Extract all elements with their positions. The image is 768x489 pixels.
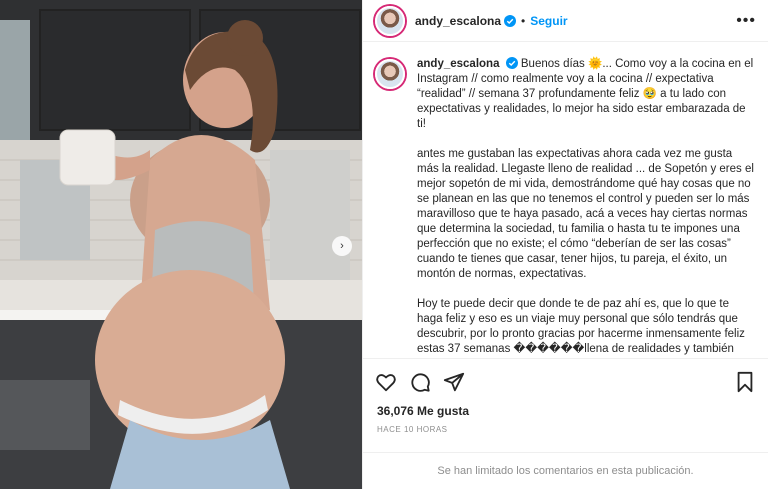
- separator-dot: •: [521, 13, 526, 28]
- verified-badge-icon: [505, 57, 518, 69]
- instagram-post: › andy_escalona • Seguir ••• andy_escalo…: [0, 0, 768, 489]
- comments-area[interactable]: andy_escalona Buenos días 🌞... Como voy …: [363, 43, 768, 358]
- caption-paragraph-2: antes me gustaban las expectativas ahora…: [417, 148, 754, 280]
- avatar[interactable]: [375, 5, 405, 36]
- caption-avatar[interactable]: [375, 59, 405, 89]
- comments-limited-notice: Se han limitado los comentarios en esta …: [363, 452, 768, 489]
- caption-paragraph-3: Hoy te puede decir que donde te de paz a…: [417, 298, 745, 355]
- action-bar: [363, 358, 768, 404]
- verified-badge-icon: [504, 14, 517, 27]
- post-side-panel: andy_escalona • Seguir ••• andy_escalona: [362, 0, 768, 489]
- post-photo[interactable]: ›: [0, 0, 362, 489]
- post-timestamp[interactable]: HACE 10 HORAS: [377, 425, 448, 434]
- username-link[interactable]: andy_escalona: [415, 14, 501, 28]
- next-slide-button[interactable]: ›: [332, 236, 352, 256]
- caption-username[interactable]: andy_escalona: [417, 58, 499, 70]
- like-heart-icon[interactable]: [375, 371, 397, 393]
- post-header: andy_escalona • Seguir •••: [363, 0, 768, 42]
- comment-bubble-icon[interactable]: [409, 371, 431, 393]
- caption-row: andy_escalona Buenos días 🌞... Como voy …: [375, 57, 756, 358]
- share-paper-plane-icon[interactable]: [443, 371, 465, 393]
- kitchen-photo: [0, 0, 362, 489]
- likes-count[interactable]: 36,076 Me gusta: [377, 404, 469, 418]
- more-options-icon[interactable]: •••: [736, 12, 756, 30]
- save-bookmark-icon[interactable]: [734, 371, 756, 393]
- caption-text: andy_escalona Buenos días 🌞... Como voy …: [417, 57, 756, 358]
- follow-button[interactable]: Seguir: [530, 14, 567, 28]
